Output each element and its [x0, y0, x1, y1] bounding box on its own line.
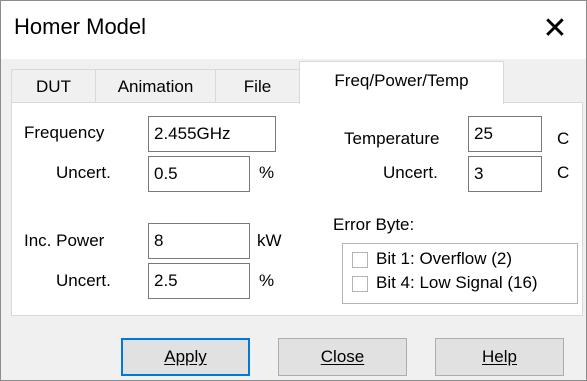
- low-signal-checkbox-label[interactable]: Bit 4: Low Signal (16): [376, 273, 538, 293]
- tab-panel-freq-power-temp: Frequency 2.455GHz Uncert. 0.5 % Inc. Po…: [11, 102, 583, 316]
- overflow-checkbox-label[interactable]: Bit 1: Overflow (2): [376, 249, 512, 269]
- frequency-label: Frequency: [24, 123, 105, 142]
- apply-button[interactable]: Apply: [121, 338, 250, 376]
- error-byte-group: Bit 1: Overflow (2) Bit 4: Low Signal (1…: [342, 243, 578, 304]
- inc-power-unit: kW: [257, 231, 282, 250]
- tab-animation[interactable]: Animation: [95, 69, 216, 103]
- close-button-label: Close: [320, 347, 365, 366]
- homer-model-dialog: Homer Model ✕ DUT Animation File Freq/Po…: [0, 0, 587, 381]
- temperature-uncert-label: Uncert.: [383, 163, 438, 182]
- close-icon[interactable]: ✕: [533, 7, 577, 51]
- help-button-label: Help: [482, 347, 517, 366]
- help-button[interactable]: Help: [435, 338, 564, 376]
- low-signal-checkbox[interactable]: [352, 276, 368, 292]
- power-uncert-unit: %: [259, 271, 275, 290]
- close-button[interactable]: Close: [278, 338, 407, 376]
- frequency-field[interactable]: 2.455GHz: [148, 116, 276, 152]
- frequency-uncert-label: Uncert.: [56, 163, 111, 182]
- temperature-unit: C: [557, 129, 570, 148]
- power-uncert-label: Uncert.: [56, 271, 111, 290]
- power-uncert-field[interactable]: 2.5: [148, 263, 250, 299]
- frequency-uncert-unit: %: [259, 163, 275, 182]
- tab-animation-label: Animation: [117, 77, 194, 96]
- error-byte-label: Error Byte:: [333, 215, 415, 234]
- temperature-label: Temperature: [344, 129, 440, 148]
- tab-file-label: File: [243, 77, 272, 96]
- overflow-checkbox[interactable]: [352, 252, 368, 268]
- tab-freq-power-temp-label: Freq/Power/Temp: [334, 71, 469, 90]
- temperature-uncert-unit: C: [557, 163, 570, 182]
- inc-power-label: Inc. Power: [24, 231, 105, 250]
- dialog-footer: Apply Close Help: [1, 316, 586, 380]
- inc-power-field[interactable]: 8: [148, 223, 250, 259]
- tab-freq-power-temp[interactable]: Freq/Power/Temp: [299, 61, 504, 104]
- temperature-uncert-field[interactable]: 3: [468, 156, 542, 192]
- frequency-uncert-field[interactable]: 0.5: [148, 156, 250, 192]
- window-title: Homer Model: [14, 14, 147, 39]
- tab-strip: DUT Animation File Freq/Power/Temp: [1, 59, 586, 104]
- apply-button-label: Apply: [164, 347, 207, 366]
- title-bar: Homer Model ✕: [1, 1, 586, 59]
- tab-file[interactable]: File: [215, 69, 300, 103]
- tab-dut[interactable]: DUT: [11, 69, 96, 103]
- tab-dut-label: DUT: [36, 77, 71, 96]
- temperature-field[interactable]: 25: [468, 116, 542, 152]
